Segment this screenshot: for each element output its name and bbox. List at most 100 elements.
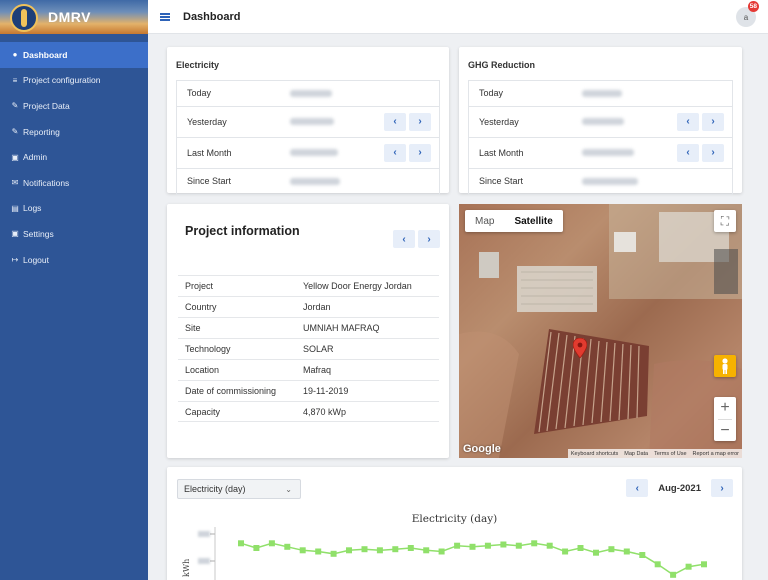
data-point[interactable] [562, 548, 569, 555]
stat-table: Today Yesterday ‹ › Last Month ‹ › Since… [468, 80, 733, 195]
sidebar-item-label: Logs [23, 203, 42, 214]
table-row: Location Mafraq [178, 359, 439, 380]
sidebar-item-project-data[interactable]: ✎ Project Data [0, 93, 148, 119]
next-button[interactable]: › [702, 143, 724, 162]
prev-button[interactable]: ‹ [677, 143, 699, 162]
notification-badge: 58 [747, 1, 759, 12]
data-point[interactable] [670, 571, 677, 578]
sidebar-item-notifications[interactable]: ✉ Notifications [0, 170, 148, 196]
sidebar-item-admin[interactable]: ▣ Admin [0, 144, 148, 170]
row-value: UMNIAH MAFRAQ [303, 323, 380, 333]
sidebar-item-logs[interactable]: ▤ Logs [0, 196, 148, 222]
stat-table: Today Yesterday ‹ › Last Month ‹ › Since… [176, 80, 440, 195]
data-point[interactable] [392, 546, 399, 553]
brand-logo[interactable]: DMRV [0, 0, 148, 34]
sidebar-nav: ● Dashboard ≡ Project configuration ✎ Pr… [0, 42, 148, 272]
sidebar-item-reporting[interactable]: ✎ Reporting [0, 119, 148, 145]
redacted-value [290, 89, 332, 97]
sidebar-item-settings[interactable]: ▣ Settings [0, 221, 148, 247]
table-row: Project Yellow Door Energy Jordan [178, 275, 439, 296]
data-point[interactable] [608, 546, 615, 553]
data-point[interactable] [346, 547, 352, 554]
data-point[interactable] [361, 546, 368, 553]
data-point[interactable] [469, 543, 476, 550]
pegman-icon[interactable] [714, 355, 736, 377]
next-button[interactable]: › [409, 112, 431, 131]
menu-toggle-icon[interactable] [160, 12, 170, 21]
data-point[interactable] [654, 561, 661, 568]
redacted-value [582, 89, 622, 97]
data-point[interactable] [299, 547, 306, 554]
stat-label: Yesterday [187, 116, 227, 127]
report-error-link[interactable]: Report a map error [693, 451, 739, 457]
stat-row: Today [469, 81, 732, 107]
map-type-satellite-button[interactable]: Satellite [504, 210, 562, 232]
data-point[interactable] [268, 540, 275, 547]
fullscreen-icon[interactable]: ⛶ [714, 210, 736, 232]
table-row: Country Jordan [178, 296, 439, 317]
stat-label: Last Month [479, 147, 524, 158]
row-value: Mafraq [303, 365, 332, 375]
data-point[interactable] [253, 545, 260, 551]
sidebar-item-project-configuration[interactable]: ≡ Project configuration [0, 68, 148, 94]
stat-pager: ‹ › [677, 143, 724, 162]
sidebar: DMRV ● Dashboard ≡ Project configuration… [0, 0, 148, 580]
sliders-icon: ≡ [12, 75, 18, 85]
data-point[interactable] [531, 540, 538, 547]
zoom-out-icon[interactable]: − [720, 420, 729, 441]
zoom-in-icon[interactable]: + [720, 397, 729, 419]
stat-row: Last Month ‹ › [469, 138, 732, 169]
logout-icon: ↦ [11, 255, 19, 265]
data-point[interactable] [515, 542, 522, 549]
prev-button[interactable]: ‹ [384, 112, 406, 131]
data-point[interactable] [423, 547, 430, 554]
stat-label: Since Start [187, 176, 232, 187]
stat-label: Today [187, 88, 212, 99]
data-point[interactable] [701, 561, 707, 568]
prev-button[interactable]: ‹ [393, 230, 415, 248]
sidebar-item-label: Settings [23, 228, 54, 239]
user-avatar[interactable]: a 58 [736, 1, 759, 27]
data-point[interactable] [593, 549, 599, 556]
row-value: Yellow Door Energy Jordan [303, 281, 412, 291]
prev-button[interactable]: ‹ [677, 112, 699, 131]
briefcase-icon: ▣ [11, 229, 19, 239]
map-type-toggle: Map Satellite [465, 210, 563, 232]
card-title: Electricity [176, 60, 220, 70]
page-title: Dashboard [183, 10, 241, 23]
sidebar-item-logout[interactable]: ↦ Logout [0, 247, 148, 273]
data-point[interactable] [577, 545, 584, 551]
data-point[interactable] [438, 548, 445, 555]
satellite-map[interactable]: Map Satellite ⛶ + − Google Keyboard shor… [459, 204, 742, 458]
data-point[interactable] [623, 548, 630, 555]
sidebar-item-dashboard[interactable]: ● Dashboard [0, 42, 148, 68]
data-point[interactable] [639, 552, 646, 558]
next-button[interactable]: › [409, 143, 431, 162]
envelope-icon: ✉ [11, 178, 19, 188]
row-key: Capacity [185, 406, 221, 417]
data-point[interactable] [376, 547, 383, 554]
stat-pager: ‹ › [384, 143, 431, 162]
next-button[interactable]: › [418, 230, 440, 248]
terms-link[interactable]: Terms of Use [654, 451, 686, 457]
data-point[interactable] [330, 550, 337, 557]
next-button[interactable]: › [702, 112, 724, 131]
data-point[interactable] [238, 540, 244, 547]
data-point[interactable] [500, 541, 507, 548]
prev-button[interactable]: ‹ [384, 143, 406, 162]
map-data-link[interactable]: Map Data [624, 451, 648, 457]
data-point[interactable] [546, 542, 553, 549]
redacted-value [582, 177, 638, 185]
data-point[interactable] [484, 542, 491, 549]
map-marker-icon[interactable] [573, 338, 587, 358]
data-point[interactable] [315, 548, 322, 555]
map-type-map-button[interactable]: Map [465, 210, 504, 232]
data-point[interactable] [454, 542, 461, 549]
data-point[interactable] [284, 543, 291, 550]
y-axis-label: kWh [182, 559, 191, 577]
data-point[interactable] [685, 563, 692, 570]
data-point[interactable] [407, 545, 414, 551]
keyboard-shortcuts-link[interactable]: Keyboard shortcuts [571, 451, 618, 457]
table-row: Technology SOLAR [178, 338, 439, 359]
stat-label: Today [479, 88, 504, 99]
